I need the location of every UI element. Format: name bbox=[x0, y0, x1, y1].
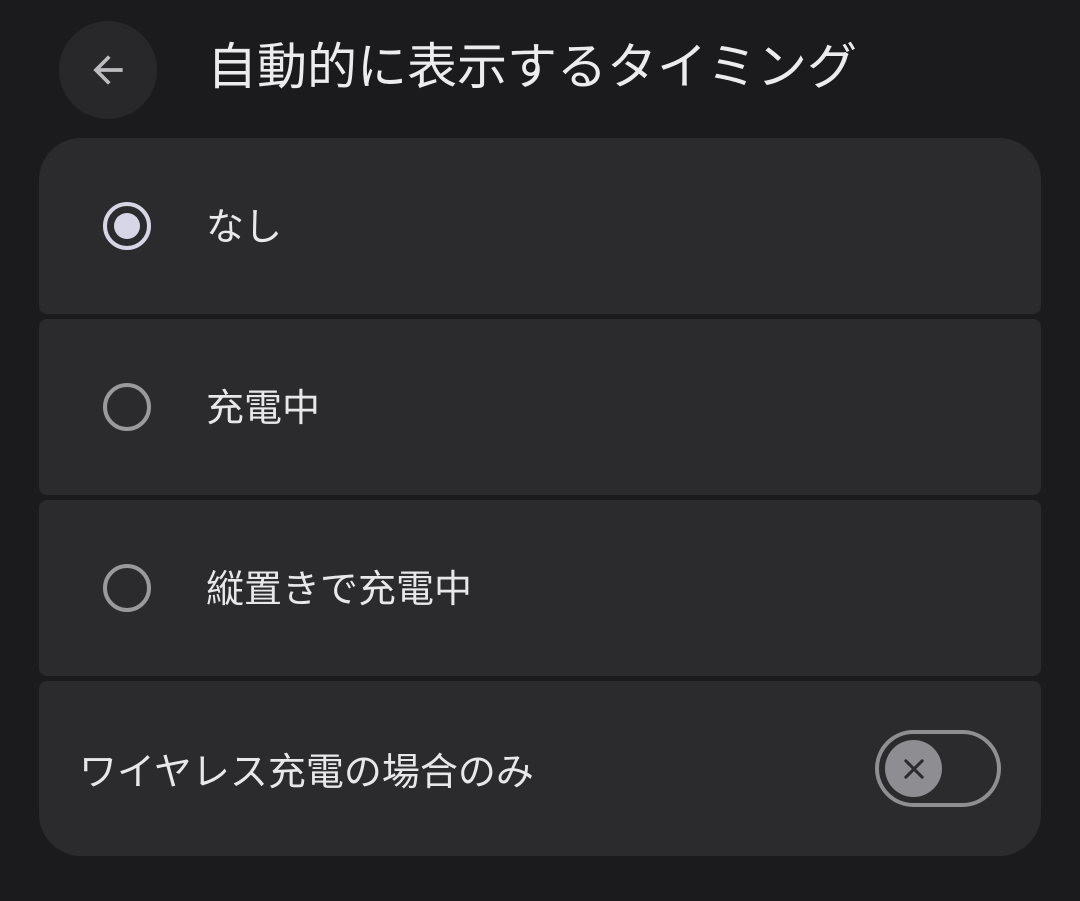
wireless-only-label: ワイヤレス充電の場合のみ bbox=[79, 750, 534, 794]
switch-thumb bbox=[885, 740, 942, 797]
option-none[interactable]: なし bbox=[39, 138, 1041, 314]
option-label: 充電中 bbox=[206, 386, 321, 430]
arrow-left-icon bbox=[93, 55, 123, 85]
page-title: 自動的に表示するタイミング bbox=[207, 38, 857, 96]
back-button[interactable] bbox=[59, 21, 157, 119]
radio-button-selected[interactable] bbox=[103, 202, 151, 250]
option-while-charging[interactable]: 充電中 bbox=[39, 319, 1041, 495]
wireless-only-switch[interactable] bbox=[875, 730, 1001, 807]
radio-button[interactable] bbox=[103, 383, 151, 431]
wireless-only-row[interactable]: ワイヤレス充電の場合のみ bbox=[39, 681, 1041, 856]
options-list: なし 充電中 縦置きで充電中 ワイヤレス充電の場合のみ bbox=[39, 138, 1041, 856]
option-label: 縦置きで充電中 bbox=[206, 567, 473, 611]
top-app-bar: 自動的に表示するタイミング bbox=[0, 0, 1080, 138]
option-upright-charging[interactable]: 縦置きで充電中 bbox=[39, 500, 1041, 676]
close-icon bbox=[903, 758, 924, 779]
option-label: なし bbox=[206, 205, 283, 249]
radio-button[interactable] bbox=[103, 564, 151, 612]
